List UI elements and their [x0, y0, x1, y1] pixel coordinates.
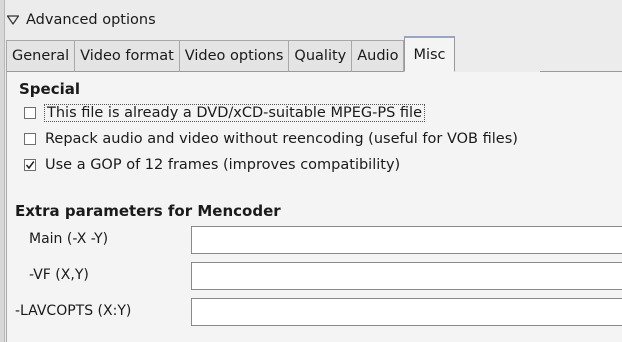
tab-audio[interactable]: Audio: [351, 40, 405, 72]
repack-label: Repack audio and video without reencodin…: [45, 131, 518, 147]
extra-parameters-heading: Extra parameters for Mencoder: [15, 202, 281, 220]
advanced-options-expander[interactable]: Advanced options: [6, 9, 156, 31]
tab-general[interactable]: General: [6, 40, 75, 72]
main-param-label: Main (-X -Y): [29, 231, 109, 247]
tab-misc[interactable]: Misc: [404, 36, 455, 72]
expander-label: Advanced options: [26, 12, 156, 28]
tab-video-format[interactable]: Video format: [74, 40, 179, 72]
main-param-input[interactable]: [191, 226, 622, 254]
lavcopts-param-input[interactable]: [191, 298, 622, 326]
tab-video-options-label: Video options: [184, 48, 284, 64]
repack-checkbox[interactable]: [24, 133, 36, 145]
tab-quality-label: Quality: [294, 48, 347, 64]
dvd-suitable-label: This file is already a DVD/xCD-suitable …: [44, 104, 425, 122]
triangle-down-icon: [6, 15, 20, 25]
misc-tab-panel: Special This file is already a DVD/xCD-s…: [6, 72, 622, 342]
tab-bar: General Video format Video options Quali…: [6, 36, 455, 72]
gop-label: Use a GOP of 12 frames (improves compati…: [45, 157, 401, 173]
tab-video-format-label: Video format: [80, 48, 174, 64]
gop-checkbox[interactable]: [24, 159, 36, 171]
vf-param-input[interactable]: [191, 262, 622, 290]
lavcopts-param-label: -LAVCOPTS (X:Y): [15, 303, 132, 319]
special-heading: Special: [19, 80, 81, 98]
tab-video-options[interactable]: Video options: [178, 40, 289, 72]
vf-param-label: -VF (X,Y): [29, 267, 89, 283]
dvd-suitable-option[interactable]: This file is already a DVD/xCD-suitable …: [24, 102, 425, 124]
tab-quality[interactable]: Quality: [288, 40, 352, 72]
window-left-border: [0, 0, 5, 342]
dvd-suitable-checkbox[interactable]: [24, 107, 36, 119]
tab-misc-label: Misc: [413, 46, 446, 63]
repack-option[interactable]: Repack audio and video without reencodin…: [24, 128, 518, 150]
tab-audio-label: Audio: [357, 48, 399, 64]
gop-option[interactable]: Use a GOP of 12 frames (improves compati…: [24, 154, 400, 176]
tab-general-label: General: [12, 48, 70, 64]
checkmark-icon: [25, 161, 35, 170]
